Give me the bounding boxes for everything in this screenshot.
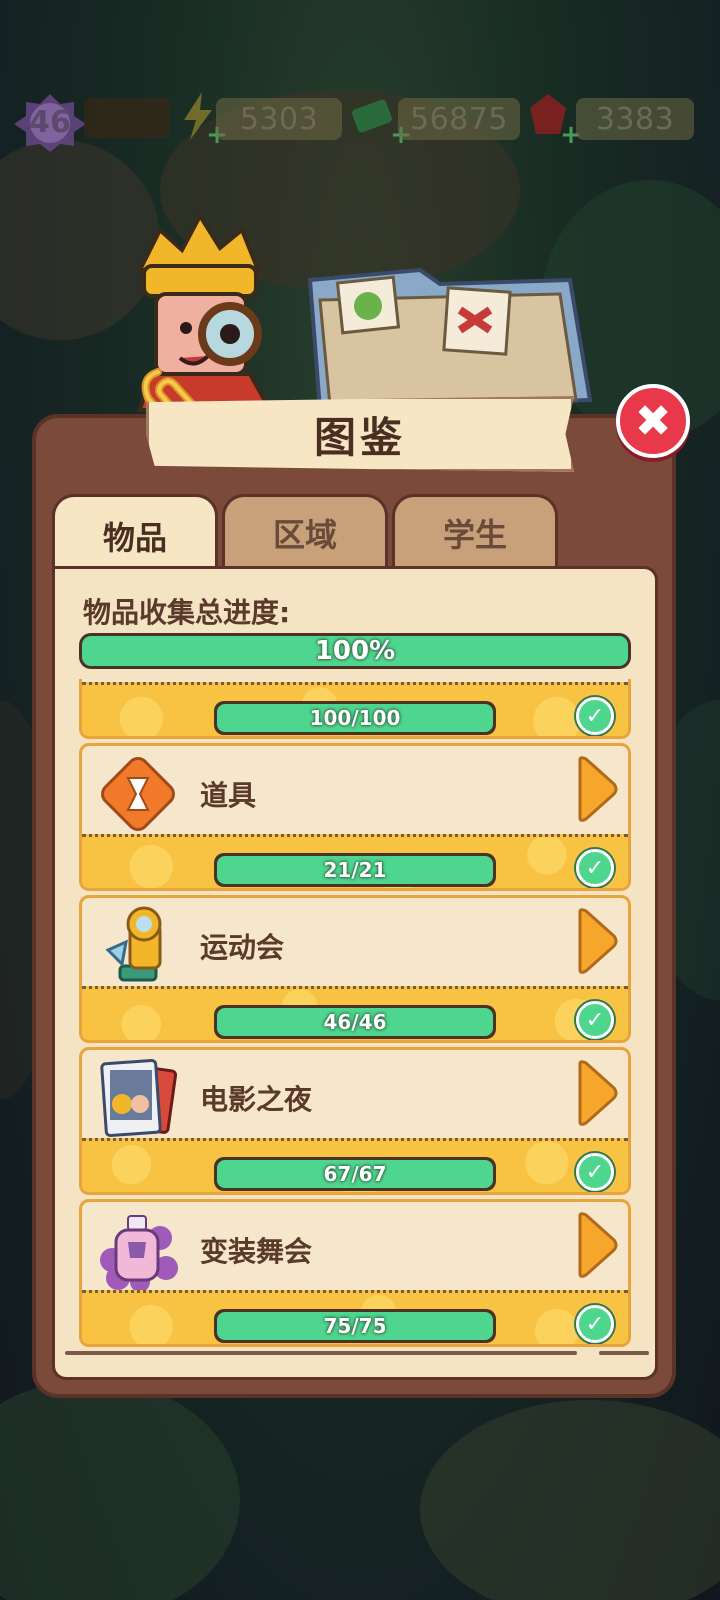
card-progress-text: 21/21 <box>323 858 387 882</box>
energy-counter: 5303 <box>216 98 342 140</box>
hourglass-icon <box>96 752 180 836</box>
card-progress-text: 75/75 <box>323 1314 387 1338</box>
gem-value: 3383 <box>595 101 675 137</box>
card-progress-row: 75/75 ✓ <box>82 1290 628 1344</box>
total-progress-fill: 100% <box>82 636 628 666</box>
dialog-title-banner: 图鉴 <box>146 396 574 472</box>
complete-check-icon: ✓ <box>576 849 614 887</box>
card-progress-row: 67/67 ✓ <box>82 1138 628 1192</box>
tab-items-label: 物品 <box>102 518 167 557</box>
card-header: 运动会 <box>82 898 628 986</box>
category-card-sports-day[interactable]: 运动会 46/46 ✓ <box>79 895 631 1043</box>
card-progress-fill: 46/46 <box>217 1008 493 1036</box>
movie-poster-icon <box>96 1056 180 1140</box>
card-header: 电影之夜 <box>82 1050 628 1138</box>
category-card-costume-ball[interactable]: 变装舞会 75/75 ✓ <box>79 1199 631 1347</box>
category-name: 电影之夜 <box>200 1083 313 1116</box>
category-list[interactable]: 100/100 ✓ 道具 21/21 ✓ 运动会 46/46 ✓ 电影之夜 67… <box>79 679 631 1349</box>
list-scrollbar[interactable] <box>65 1351 649 1355</box>
scrollbar-end <box>599 1351 649 1355</box>
category-name: 变装舞会 <box>200 1235 313 1268</box>
category-name: 运动会 <box>200 931 285 964</box>
dialog-title: 图鉴 <box>313 412 406 462</box>
cash-counter: 56875 <box>398 98 520 140</box>
level-progress-bar <box>84 98 170 138</box>
chevron-right-icon[interactable] <box>576 1212 618 1278</box>
level-value: 46 <box>29 104 71 140</box>
category-name: 道具 <box>200 779 257 812</box>
complete-check-icon: ✓ <box>576 697 614 735</box>
chevron-right-icon[interactable] <box>576 1060 618 1126</box>
perfume-bottle-icon <box>96 1208 180 1292</box>
gem-counter: 3383 <box>576 98 694 140</box>
card-progress-fill: 21/21 <box>217 856 493 884</box>
tab-items[interactable]: 物品 <box>52 494 218 574</box>
card-progress-bar: 67/67 <box>214 1157 496 1191</box>
card-header: 道具 <box>82 746 628 834</box>
card-progress-fill: 75/75 <box>217 1312 493 1340</box>
level-badge[interactable]: 46 <box>12 92 88 152</box>
card-progress-fill: 100/100 <box>217 704 493 732</box>
card-progress-row: 100/100 ✓ <box>82 682 628 736</box>
card-progress-bar: 75/75 <box>214 1309 496 1343</box>
total-progress-bar: 100% <box>79 633 631 669</box>
cash-value: 56875 <box>410 101 508 137</box>
complete-check-icon: ✓ <box>576 1153 614 1191</box>
card-progress-text: 46/46 <box>323 1010 387 1034</box>
tab-areas-label: 区域 <box>272 515 337 554</box>
card-progress-bar: 21/21 <box>214 853 496 887</box>
complete-check-icon: ✓ <box>576 1305 614 1343</box>
items-tab-content: 物品收集总进度: 100% 100/100 ✓ 道具 21/21 ✓ 运动会 4… <box>52 566 658 1380</box>
card-progress-bar: 46/46 <box>214 1005 496 1039</box>
tab-students-label: 学生 <box>442 515 507 554</box>
close-icon: ✖ <box>634 395 672 447</box>
card-progress-bar: 100/100 <box>214 701 496 735</box>
trophy-cannon-icon <box>96 904 180 988</box>
total-progress-text: 100% <box>314 636 396 666</box>
tab-areas[interactable]: 区域 <box>222 494 388 568</box>
total-progress-label: 物品收集总进度: <box>83 596 291 629</box>
complete-check-icon: ✓ <box>576 1001 614 1039</box>
card-header: 变装舞会 <box>82 1202 628 1292</box>
card-progress-fill: 67/67 <box>217 1160 493 1188</box>
energy-value: 5303 <box>239 101 319 137</box>
resource-bar: 46 + 5303 + 56875 + 3383 <box>0 88 720 152</box>
category-card-movie-night[interactable]: 电影之夜 67/67 ✓ <box>79 1047 631 1195</box>
card-progress-text: 67/67 <box>323 1162 387 1186</box>
category-card: 100/100 ✓ <box>79 679 631 739</box>
scrollbar-thumb[interactable] <box>65 1351 577 1355</box>
cash-icon <box>350 90 394 142</box>
card-progress-row: 46/46 ✓ <box>82 986 628 1040</box>
chevron-right-icon[interactable] <box>576 756 618 822</box>
card-progress-row: 21/21 ✓ <box>82 834 628 888</box>
tab-students[interactable]: 学生 <box>392 494 558 568</box>
card-progress-text: 100/100 <box>309 706 401 730</box>
chevron-right-icon[interactable] <box>576 908 618 974</box>
close-button[interactable]: ✖ <box>616 384 690 458</box>
category-card-props[interactable]: 道具 21/21 ✓ <box>79 743 631 891</box>
